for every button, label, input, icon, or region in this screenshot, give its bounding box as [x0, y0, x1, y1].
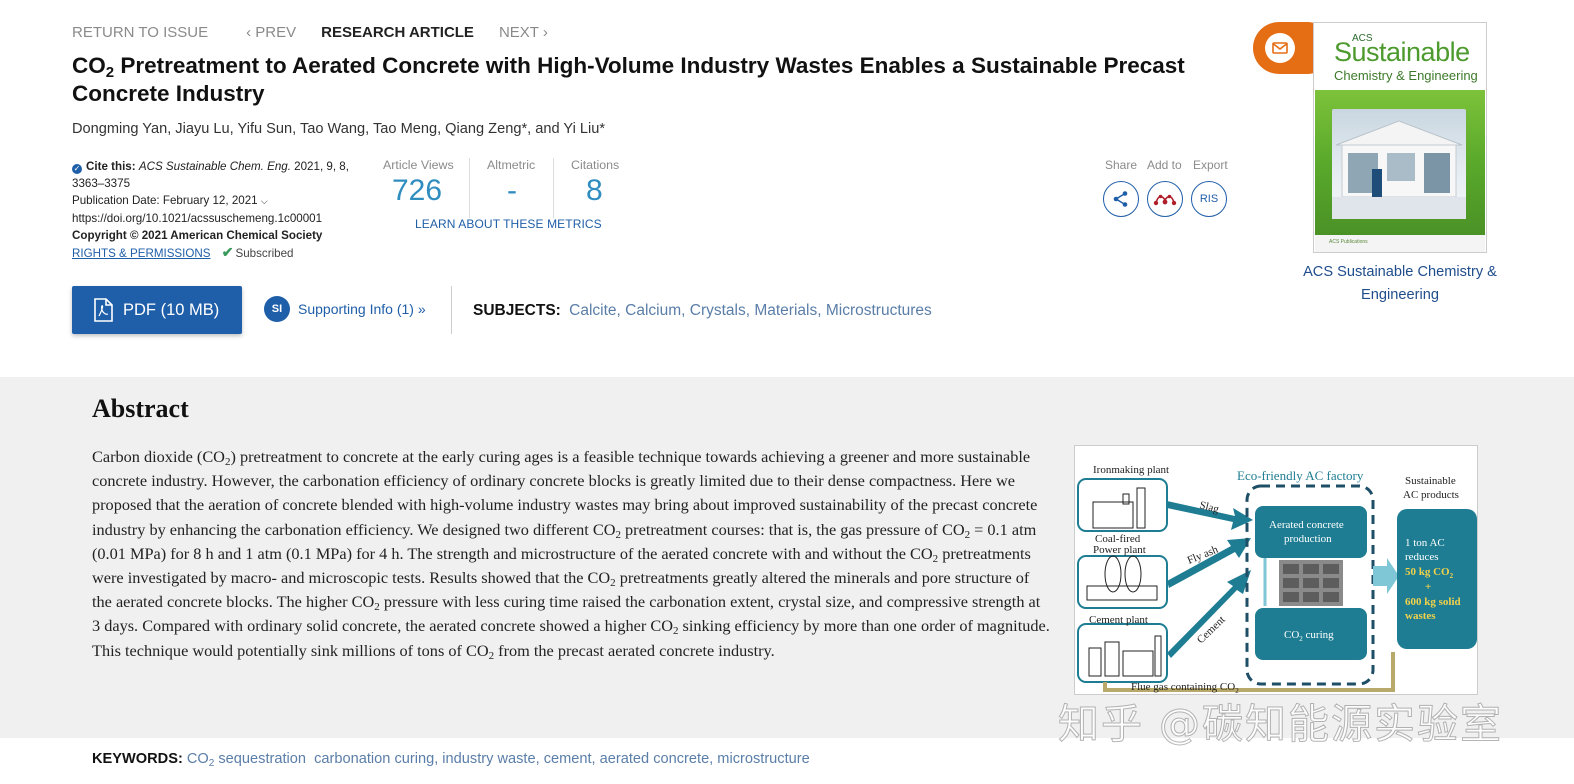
toc-coalfired2: Power plant	[1093, 544, 1146, 556]
keywords-row: KEYWORDS: CO2 sequestration carbonation …	[92, 751, 810, 769]
abstract-text: Carbon dioxide (CO2) pretreatment to con…	[92, 445, 1052, 663]
doi-link[interactable]: https://doi.org/10.1021/acssuschemeng.1c…	[72, 210, 362, 227]
toc-cement: Cement	[1195, 614, 1228, 646]
add-to-label: Add to	[1147, 158, 1182, 172]
cover-title-big: Sustainable	[1334, 37, 1470, 67]
toc-curing: CO2 curing	[1284, 629, 1334, 643]
toc-aerated2: production	[1284, 533, 1332, 545]
toc-ironmaking: Ironmaking plant	[1093, 464, 1169, 476]
pdf-icon	[94, 298, 113, 322]
share-button[interactable]	[1103, 181, 1139, 217]
keyword-link[interactable]: CO2 sequestration	[186, 751, 307, 769]
subscribed-status: ✔ Subscribed	[221, 244, 294, 260]
abstract-heading: Abstract	[92, 394, 189, 423]
toc-kg1: 50 kg CO2	[1405, 566, 1454, 580]
journal-name-link[interactable]: ACS Sustainable Chemistry & Engineering	[1298, 261, 1502, 307]
subscribed-text: Subscribed	[235, 247, 294, 260]
toc-factory: Eco-friendly AC factory	[1237, 468, 1364, 483]
check-icon: ✔	[221, 244, 234, 260]
rights-permissions-link[interactable]: RIGHTS & PERMISSIONS	[72, 247, 211, 260]
metric-divider	[469, 158, 470, 218]
toc-graphic[interactable]: Ironmaking plant Coal-fired Power plant …	[1074, 445, 1478, 695]
abs-seg: from the precast aerated concrete indust…	[494, 640, 775, 660]
views-label: Article Views	[383, 158, 454, 172]
toc-sust2: AC products	[1403, 489, 1459, 501]
views-value: 726	[392, 174, 443, 207]
mendeley-icon	[1153, 194, 1177, 206]
next-article-link[interactable]: NEXT ›	[499, 24, 548, 41]
pdf-button-label: PDF (10 MB)	[123, 300, 220, 319]
chevron-down-icon[interactable]: ⌵	[261, 196, 268, 206]
cite-journal: ACS Sustainable Chem. Eng.	[138, 160, 291, 173]
abs-seg: Carbon dioxide (CO	[92, 447, 225, 466]
export-label: Export	[1193, 158, 1228, 172]
title-text-post: Pretreatment to Aerated Concrete with Hi…	[72, 53, 1185, 106]
toc-sust1: Sustainable	[1405, 475, 1456, 487]
toc-aerated1: Aerated concrete	[1269, 519, 1344, 531]
metric-citations: Citations 8	[571, 158, 619, 208]
rights-row: RIGHTS & PERMISSIONS ✔ Subscribed	[72, 244, 362, 262]
toc-ton1: 1 ton AC	[1405, 537, 1445, 549]
title-subscript: 2	[105, 64, 115, 81]
learn-metrics-link[interactable]: LEARN ABOUT THESE METRICS	[415, 217, 602, 231]
journal-cover[interactable]: ACS Sustainable Chemistry & Engineering …	[1313, 22, 1487, 253]
cover-house-image	[1332, 109, 1466, 219]
article-title: CO2 Pretreatment to Aerated Concrete wit…	[72, 52, 1222, 108]
cite-line: ✓ Cite this: ACS Sustainable Chem. Eng. 2…	[72, 158, 362, 192]
abs-seg: pretreatment courses: that is, the gas p…	[620, 519, 965, 539]
toc-ton2: reduces	[1405, 551, 1439, 563]
title-text-pre: CO	[72, 53, 106, 78]
altmetric-value: -	[507, 174, 517, 207]
author-list[interactable]: Dongming Yan, Jiayu Lu, Yifu Sun, Tao Wa…	[72, 121, 605, 137]
keyword-links[interactable]: carbonation curing, industry waste, ceme…	[306, 751, 810, 767]
divider	[451, 286, 452, 334]
toc-kg2: 600 kg solid	[1405, 596, 1461, 608]
toc-cement-plant: Cement plant	[1089, 614, 1148, 626]
metric-views: Article Views 726	[383, 158, 454, 208]
supporting-info-label: Supporting Info (1) »	[298, 301, 426, 317]
metric-divider	[553, 158, 554, 218]
cite-check-icon[interactable]: ✓	[72, 164, 82, 174]
altmetric-label: Altmetric	[487, 158, 536, 172]
prev-article-link[interactable]: ‹ PREV	[246, 24, 296, 41]
article-type-label: RESEARCH ARTICLE	[321, 23, 474, 41]
keyword-text: CO	[186, 751, 209, 767]
metric-altmetric: Altmetric -	[487, 158, 535, 208]
citation-block: ✓ Cite this: ACS Sustainable Chem. Eng. 2…	[72, 158, 362, 262]
toc-plus: +	[1425, 581, 1431, 593]
cite-label[interactable]: Cite this:	[86, 160, 136, 173]
si-badge-icon: SI	[264, 296, 290, 322]
copyright: Copyright © 2021 American Chemical Socie…	[72, 229, 323, 242]
supporting-info-link[interactable]: SI Supporting Info (1) »	[264, 296, 426, 322]
keywords-label: KEYWORDS:	[92, 751, 183, 767]
toc-diagram: Ironmaking plant Coal-fired Power plant …	[1077, 464, 1477, 695]
subjects-links[interactable]: Calcite, Calcium, Crystals, Materials, M…	[569, 302, 932, 319]
citations-value[interactable]: 8	[586, 174, 619, 208]
share-label: Share	[1105, 158, 1138, 172]
export-ris-button[interactable]: RIS	[1191, 181, 1227, 217]
envelope-icon	[1265, 33, 1295, 63]
publication-date[interactable]: Publication Date: February 12, 2021 ⌵	[72, 192, 362, 210]
zhihu-watermark: 知乎 @碳知能源实验室	[1057, 700, 1504, 749]
share-icon	[1113, 191, 1128, 207]
pdf-download-button[interactable]: PDF (10 MB)	[72, 286, 242, 334]
cover-footer: ACS Publications	[1315, 235, 1485, 252]
cover-title-small: Chemistry & Engineering	[1334, 68, 1478, 83]
citations-label: Citations	[571, 158, 620, 172]
toc-wastes: wastes	[1405, 610, 1436, 622]
keyword-text: sequestration	[214, 751, 307, 767]
article-nav: RETURN TO ISSUE ‹ PREV RESEARCH ARTICLE …	[72, 22, 548, 42]
add-to-button[interactable]	[1147, 181, 1183, 217]
return-to-issue-link[interactable]: RETURN TO ISSUE	[72, 24, 208, 41]
publication-date-text: Publication Date: February 12, 2021	[72, 194, 258, 207]
subjects-label: SUBJECTS:	[473, 302, 561, 319]
subjects-row: SUBJECTS: Calcite, Calcium, Crystals, Ma…	[473, 302, 932, 320]
